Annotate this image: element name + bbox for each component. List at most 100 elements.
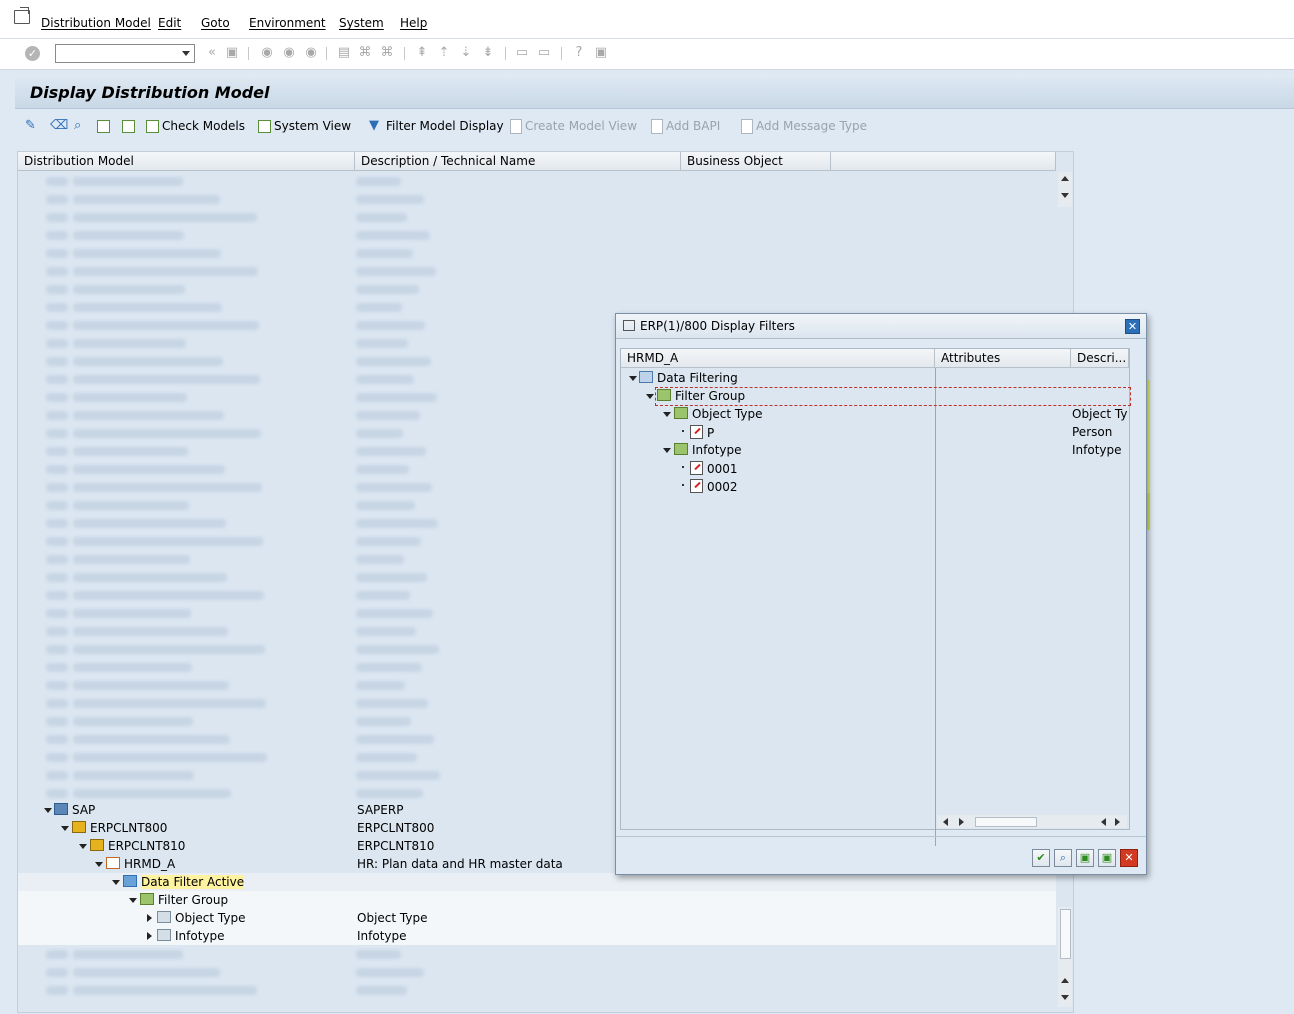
filter-row-infotype[interactable]: Infotype Infotype	[621, 441, 1129, 459]
expand-button[interactable]	[97, 118, 113, 134]
find-icon[interactable]: ⌘	[358, 46, 372, 60]
first-page-icon[interactable]: ⇞	[415, 46, 429, 60]
filter-row-object-type[interactable]: Object Type Object Ty	[621, 405, 1129, 423]
scroll-right-icon[interactable]	[959, 818, 964, 826]
confirm-button[interactable]: ✔	[1032, 849, 1050, 867]
command-field[interactable]	[55, 44, 195, 63]
help-icon[interactable]: ?	[572, 46, 586, 60]
menu-system[interactable]: System	[339, 16, 384, 30]
tree-row-infotype[interactable]: Infotype Infotype	[18, 927, 1056, 945]
title-bar: Display Distribution Model	[15, 78, 1294, 109]
expand-arrow-icon[interactable]	[663, 448, 671, 453]
scroll-left-icon[interactable]	[943, 818, 948, 826]
redacted-text	[356, 447, 426, 456]
menu-goto[interactable]: Goto	[201, 16, 230, 30]
redacted-text	[73, 753, 267, 762]
expand-arrow-icon[interactable]	[61, 826, 69, 831]
chevron-down-icon[interactable]	[182, 51, 190, 56]
back-arrows-icon[interactable]: «	[205, 46, 219, 60]
exit-icon[interactable]: ◉	[282, 46, 296, 60]
close-icon[interactable]: ✕	[1125, 319, 1140, 334]
menu-help[interactable]: Help	[400, 16, 427, 30]
column-header-business-object[interactable]: Business Object	[681, 152, 831, 171]
column-header-description[interactable]: Description / Technical Name	[355, 152, 681, 171]
find-next-icon[interactable]: ⌘	[380, 46, 394, 60]
check-models-button[interactable]: Check Models	[146, 118, 245, 134]
print-icon[interactable]: ▤	[337, 46, 351, 60]
redacted-text	[356, 267, 436, 276]
column-header-distribution-model[interactable]: Distribution Model	[18, 152, 355, 171]
layout-menu-icon[interactable]: ▣	[594, 46, 608, 60]
scroll-up-icon[interactable]	[1061, 978, 1069, 983]
expand-arrow-icon[interactable]	[112, 880, 120, 885]
horizontal-scrollbar[interactable]	[937, 815, 1127, 828]
tree-label-text: Infotype	[175, 929, 225, 943]
collapse-button[interactable]	[122, 118, 138, 134]
add-bapi-button[interactable]: Add BAPI	[651, 118, 720, 134]
tree-row-object-type[interactable]: Object Type Object Type	[18, 909, 1056, 927]
previous-page-icon[interactable]: ⇡	[437, 46, 451, 60]
delete-button[interactable]: ⌫	[50, 118, 68, 134]
add-message-type-button[interactable]: Add Message Type	[741, 118, 867, 134]
message-type-icon	[106, 857, 120, 869]
cancel-icon[interactable]: ◉	[304, 46, 318, 60]
filter-row-0001[interactable]: 0001	[621, 459, 1129, 477]
find-button[interactable]: ⌕	[1054, 849, 1072, 867]
menu-environment[interactable]: Environment	[249, 16, 326, 30]
tree-label-text: HRMD_A	[124, 857, 176, 871]
collapse-all-button[interactable]: ▣	[1098, 849, 1116, 867]
scroll-left-icon[interactable]	[1101, 818, 1106, 826]
redacted-text	[46, 609, 68, 618]
expand-arrow-icon[interactable]	[129, 898, 137, 903]
vertical-scrollbar[interactable]	[1058, 907, 1072, 1007]
shortcut-icon[interactable]: ▭	[537, 46, 551, 60]
expand-arrow-icon[interactable]	[663, 412, 671, 417]
cancel-button[interactable]: ✕	[1120, 849, 1138, 867]
sap-window-icon[interactable]	[14, 7, 30, 24]
scroll-right-icon[interactable]	[1115, 818, 1120, 826]
redacted-text	[73, 771, 194, 780]
expand-arrow-icon[interactable]	[44, 808, 52, 813]
collapse-arrow-icon[interactable]	[147, 914, 152, 922]
expand-all-button[interactable]: ▣	[1076, 849, 1094, 867]
expand-arrow-icon[interactable]	[629, 376, 637, 381]
menu-edit[interactable]: Edit	[158, 16, 181, 30]
column-header-attributes[interactable]: Attributes	[935, 349, 1071, 368]
tree-row-filter-group[interactable]: Filter Group	[18, 891, 1056, 909]
change-display-button[interactable]: ✎	[25, 118, 42, 134]
redacted-text	[46, 375, 68, 384]
create-model-view-button[interactable]: Create Model View	[510, 118, 637, 134]
new-session-icon[interactable]: ▭	[515, 46, 529, 60]
redacted-text	[356, 303, 402, 312]
filter-row-data-filtering[interactable]: Data Filtering	[621, 369, 1129, 387]
back-icon[interactable]: ◉	[260, 46, 274, 60]
scroll-down-icon[interactable]	[1061, 193, 1069, 198]
tree-label-text: Object Type	[175, 911, 246, 925]
scroll-thumb[interactable]	[975, 817, 1037, 827]
expand-arrow-icon[interactable]	[95, 862, 103, 867]
tree-label-text: P	[707, 426, 715, 440]
menu-distribution-model[interactable]: Distribution Model	[41, 16, 151, 30]
filter-group-icon	[140, 893, 154, 905]
filter-model-display-button[interactable]: ▼ Filter Model Display	[369, 118, 504, 134]
redacted-text	[46, 195, 68, 204]
column-header-hrmd-a[interactable]: HRMD_A	[621, 349, 935, 368]
scroll-up-icon[interactable]	[1061, 176, 1069, 181]
filter-row-filter-group[interactable]: Filter Group	[621, 387, 1131, 406]
tree-row-data-filter-active[interactable]: Data Filter Active	[18, 873, 1056, 891]
collapse-arrow-icon[interactable]	[147, 932, 152, 940]
details-button[interactable]: ⌕	[74, 118, 91, 134]
expand-arrow-icon[interactable]	[79, 844, 87, 849]
next-page-icon[interactable]: ⇣	[459, 46, 473, 60]
filter-row-p[interactable]: P Person	[621, 423, 1129, 441]
enter-check-icon[interactable]: ✓	[25, 46, 40, 61]
filter-row-0002[interactable]: 0002	[621, 477, 1129, 495]
scroll-thumb[interactable]	[1060, 909, 1071, 959]
column-header-description[interactable]: Descri...	[1071, 349, 1129, 368]
system-view-button[interactable]: System View	[258, 118, 351, 134]
last-page-icon[interactable]: ⇟	[481, 46, 495, 60]
expand-arrow-icon[interactable]	[646, 394, 654, 399]
vertical-scrollbar[interactable]	[1058, 172, 1072, 207]
scroll-down-icon[interactable]	[1061, 995, 1069, 1000]
save-icon[interactable]: ▣	[225, 46, 239, 60]
